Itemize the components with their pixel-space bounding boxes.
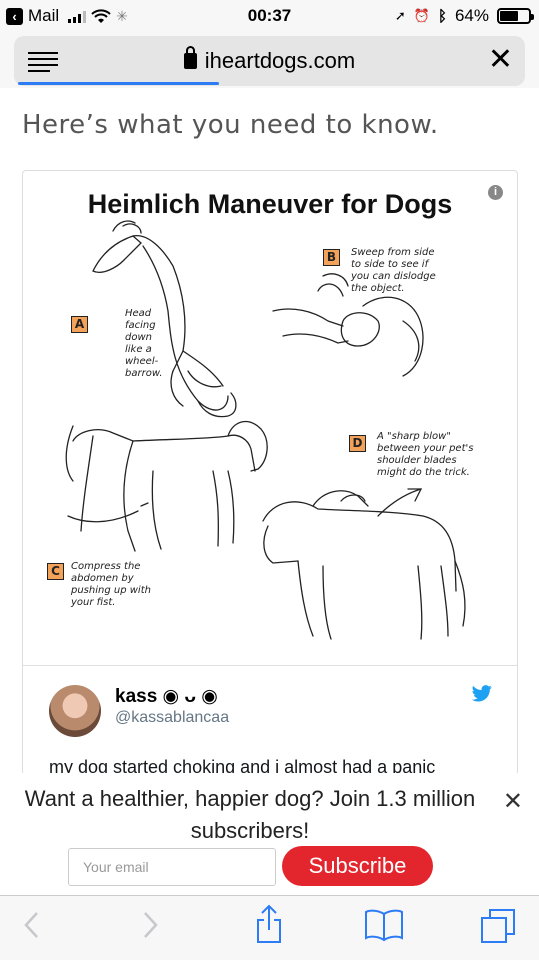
close-icon[interactable]: ✕ <box>503 787 523 816</box>
step-a: A Head facing down like a wheel-barrow. <box>49 308 163 380</box>
figure-title: Heimlich Maneuver for Dogs <box>87 189 453 219</box>
address-bar[interactable]: iheartdogs.com ✕ <box>14 36 525 86</box>
step-d-text: A "sharp blow" between your pet's should… <box>377 431 474 478</box>
lock-icon <box>183 46 197 69</box>
url-display[interactable]: iheartdogs.com <box>14 46 525 74</box>
browser-toolbar <box>0 895 539 960</box>
tweet-author-handle[interactable]: @kassablancaa <box>115 709 229 727</box>
step-c: C Compress the abdomen by pushing up wit… <box>43 561 173 609</box>
step-a-badge: A <box>71 316 88 333</box>
heimlich-figure-image[interactable]: Heimlich Maneuver for Dogs A Head facing… <box>23 171 517 666</box>
illustration-d <box>262 488 466 640</box>
tweet-author-name[interactable]: kass ◉ ᴗ ◉ <box>115 685 218 708</box>
email-field[interactable]: Your email <box>68 848 276 886</box>
article-intro: Here’s what you need to know. <box>22 110 439 140</box>
step-c-badge: C <box>47 563 64 580</box>
step-b: B Sweep from side to side to see if you … <box>323 247 453 295</box>
step-c-text: Compress the abdomen by pushing up with … <box>71 561 151 608</box>
location-arrow-icon: ➚ <box>394 8 406 23</box>
status-right: ➚ ⏰ ᛒ 64% <box>394 6 534 26</box>
url-text: iheartdogs.com <box>204 48 356 73</box>
subscribe-button[interactable]: Subscribe <box>282 846 433 886</box>
status-bar: ‹ Mail ✳ 00:37 ➚ ⏰ ᛒ 64% <box>0 0 539 32</box>
bluetooth-icon: ᛒ <box>437 7 447 25</box>
step-d: D A "sharp blow" between your pet's shou… <box>349 431 489 479</box>
tabs-icon[interactable] <box>480 908 516 944</box>
twitter-bird-icon[interactable] <box>471 685 493 703</box>
step-b-text: Sweep from side to side to see if you ca… <box>351 247 436 294</box>
newsletter-headline: Want a healthier, happier dog? Join 1.3 … <box>24 786 476 843</box>
address-bar-area: iheartdogs.com ✕ <box>0 32 539 88</box>
card-divider <box>23 665 517 666</box>
embedded-tweet-card[interactable]: Heimlich Maneuver for Dogs A Head facing… <box>22 170 518 790</box>
page-load-progress <box>18 82 220 85</box>
battery-percent: 64% <box>454 6 489 25</box>
illustration-c <box>65 420 268 552</box>
bookmarks-icon[interactable] <box>364 908 404 942</box>
newsletter-banner: Want a healthier, happier dog? Join 1.3 … <box>0 773 539 895</box>
step-a-text: Head facing down like a wheel-barrow. <box>125 308 163 379</box>
info-icon[interactable]: i <box>488 185 503 200</box>
step-b-badge: B <box>323 249 340 266</box>
avatar[interactable] <box>49 685 101 737</box>
forward-arrow-icon[interactable] <box>138 908 162 942</box>
battery-icon <box>497 8 534 24</box>
share-icon[interactable] <box>254 904 284 944</box>
alarm-icon: ⏰ <box>413 8 430 23</box>
back-arrow-icon[interactable] <box>20 908 44 942</box>
step-d-badge: D <box>349 435 366 452</box>
stop-loading-icon[interactable]: ✕ <box>488 45 513 75</box>
